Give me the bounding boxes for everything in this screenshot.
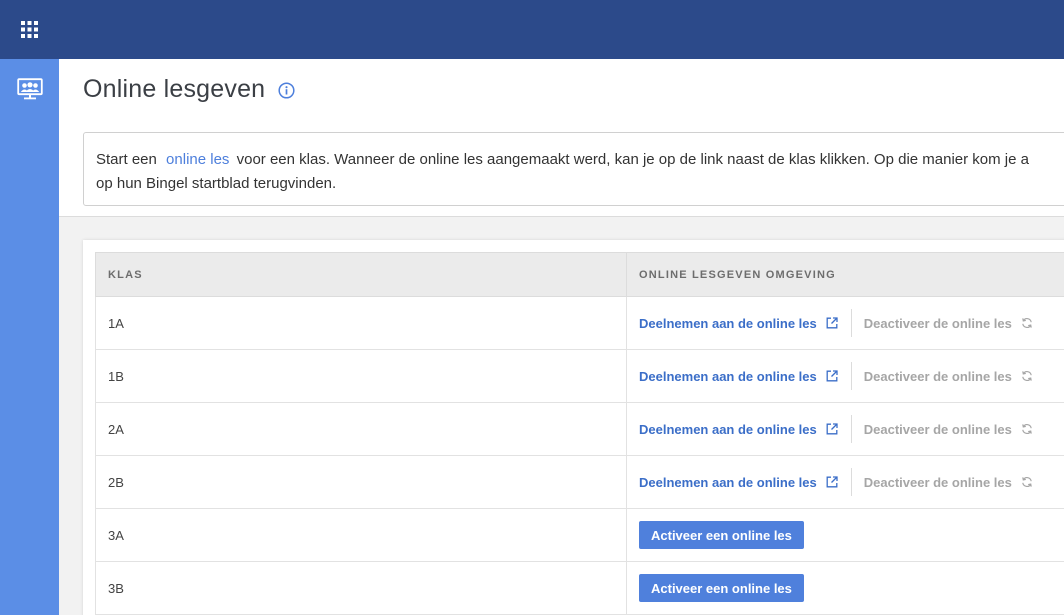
- refresh-icon: [1022, 370, 1032, 382]
- environment-cell: Activeer een online les: [626, 508, 1064, 562]
- info-icon[interactable]: [278, 82, 295, 99]
- separator: [850, 309, 852, 337]
- activate-online-les-button[interactable]: Activeer een online les: [639, 574, 804, 602]
- external-link-icon: [826, 317, 838, 329]
- intro-box: Start een online les voor een klas. Wann…: [83, 132, 1064, 206]
- deactivate-online-les-link[interactable]: Deactiveer de online les: [864, 475, 1033, 490]
- activate-online-les-button[interactable]: Activeer een online les: [639, 521, 804, 549]
- class-name: 1B: [95, 349, 627, 403]
- classes-table: KLAS ONLINE LESGEVEN OMGEVING 1A Deelnem…: [95, 252, 1064, 615]
- join-online-les-link[interactable]: Deelnemen aan de online les: [639, 475, 838, 490]
- join-label: Deelnemen aan de online les: [639, 421, 817, 437]
- environment-cell: Deelnemen aan de online les Deactiveer d…: [626, 402, 1064, 456]
- deactivate-online-les-link[interactable]: Deactiveer de online les: [864, 316, 1033, 331]
- class-name: 3A: [95, 508, 627, 562]
- online-les-link[interactable]: online les: [166, 151, 229, 168]
- deactivate-online-les-link[interactable]: Deactiveer de online les: [864, 422, 1033, 437]
- grid-icon: [21, 21, 38, 38]
- join-label: Deelnemen aan de online les: [639, 315, 817, 331]
- separator: [850, 362, 852, 390]
- table-row: 3B Activeer een online les: [95, 561, 1064, 615]
- intro-text-after: voor een klas. Wanneer de online les aan…: [236, 151, 1029, 168]
- table-header-row: KLAS ONLINE LESGEVEN OMGEVING: [95, 252, 1064, 297]
- deactivate-label: Deactiveer de online les: [863, 368, 1012, 384]
- join-online-les-link[interactable]: Deelnemen aan de online les: [639, 316, 838, 331]
- table-row: 2A Deelnemen aan de online les Deactivee…: [95, 402, 1064, 456]
- table-body: 1A Deelnemen aan de online les Deactivee…: [95, 296, 1064, 615]
- external-link-icon: [826, 370, 838, 382]
- table-row: 1A Deelnemen aan de online les Deactivee…: [95, 296, 1064, 350]
- join-online-les-link[interactable]: Deelnemen aan de online les: [639, 369, 838, 384]
- environment-cell: Deelnemen aan de online les Deactiveer d…: [626, 296, 1064, 350]
- page-header: Online lesgeven Start een online les voo…: [59, 59, 1064, 217]
- classroom-presentation-icon: [16, 78, 43, 100]
- class-name: 3B: [95, 561, 627, 615]
- external-link-icon: [826, 423, 838, 435]
- refresh-icon: [1022, 317, 1032, 329]
- separator: [850, 468, 852, 496]
- deactivate-online-les-link[interactable]: Deactiveer de online les: [864, 369, 1033, 384]
- deactivate-label: Deactiveer de online les: [863, 474, 1012, 490]
- sidebar-item-online-lesgeven[interactable]: [0, 59, 59, 119]
- apps-button[interactable]: [0, 0, 59, 59]
- intro-line-1: Start een online les voor een klas. Wann…: [96, 148, 1064, 172]
- environment-cell: Deelnemen aan de online les Deactiveer d…: [626, 349, 1064, 403]
- table-row: 1B Deelnemen aan de online les Deactivee…: [95, 349, 1064, 403]
- refresh-icon: [1022, 423, 1032, 435]
- separator: [850, 415, 852, 443]
- join-online-les-link[interactable]: Deelnemen aan de online les: [639, 422, 838, 437]
- class-name: 1A: [95, 296, 627, 350]
- deactivate-label: Deactiveer de online les: [863, 315, 1012, 331]
- header-online-environment: ONLINE LESGEVEN OMGEVING: [626, 252, 1064, 297]
- external-link-icon: [826, 476, 838, 488]
- top-bar: [59, 0, 1064, 59]
- intro-text-before: Start een: [96, 151, 157, 168]
- class-name: 2A: [95, 402, 627, 456]
- environment-cell: Deelnemen aan de online les Deactiveer d…: [626, 455, 1064, 509]
- classes-card: KLAS ONLINE LESGEVEN OMGEVING 1A Deelnem…: [83, 240, 1064, 615]
- join-label: Deelnemen aan de online les: [639, 474, 817, 490]
- table-row: 3A Activeer een online les: [95, 508, 1064, 562]
- header-klas: KLAS: [95, 252, 627, 297]
- table-row: 2B Deelnemen aan de online les Deactivee…: [95, 455, 1064, 509]
- page-title: Online lesgeven: [83, 75, 266, 103]
- sidebar: [0, 0, 59, 615]
- refresh-icon: [1022, 476, 1032, 488]
- join-label: Deelnemen aan de online les: [639, 368, 817, 384]
- environment-cell: Activeer een online les: [626, 561, 1064, 615]
- class-name: 2B: [95, 455, 627, 509]
- intro-line-2: op hun Bingel startblad terugvinden.: [96, 175, 337, 192]
- deactivate-label: Deactiveer de online les: [863, 421, 1012, 437]
